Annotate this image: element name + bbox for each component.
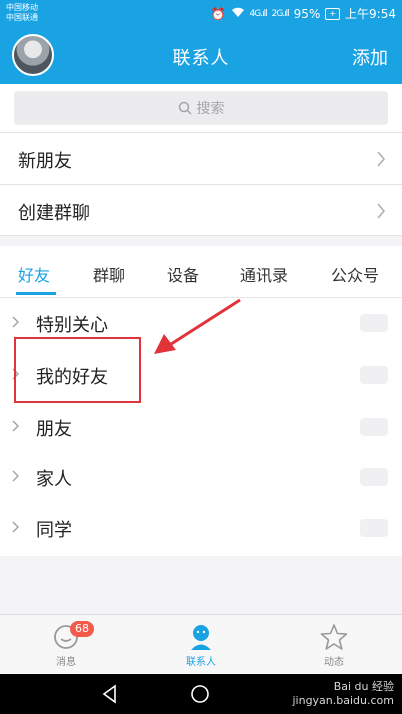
online-count	[360, 366, 388, 384]
highlight-box	[14, 337, 141, 403]
carrier-2: 中国联通	[6, 13, 38, 22]
row-create-group-chat[interactable]: 创建群聊	[0, 184, 402, 236]
group-label: 朋友	[36, 419, 72, 440]
chevron-right-icon	[12, 521, 19, 533]
tab-public-accounts[interactable]: 公众号	[331, 262, 379, 286]
nav-feed-label: 动态	[324, 657, 344, 668]
row-label: 创建群聊	[18, 203, 90, 224]
online-count	[360, 468, 388, 486]
group-label: 同学	[36, 520, 72, 541]
alarm-icon: ⏰	[210, 6, 226, 21]
page-title: 联系人	[172, 48, 230, 69]
tab-devices[interactable]: 设备	[167, 262, 199, 286]
group-classmates[interactable]: 同学	[0, 503, 402, 553]
chevron-right-icon	[377, 151, 386, 167]
search-icon	[178, 101, 192, 115]
row-label: 新朋友	[18, 151, 72, 172]
online-count	[360, 519, 388, 537]
contact-tabs: 好友 群聊 设备 通讯录 公众号	[0, 246, 402, 298]
nav-messages-label: 消息	[56, 657, 76, 668]
status-icons: ⏰ 4G.ıll 2G.ıll 95% + 上午9:54	[211, 5, 396, 22]
nav-messages[interactable]: 68 消息	[26, 621, 106, 668]
online-count	[360, 314, 388, 332]
online-count	[360, 418, 388, 436]
search-placeholder: 搜索	[196, 101, 225, 117]
group-family[interactable]: 家人	[0, 452, 402, 502]
system-nav-bar: Bai du 经验 jingyan.baidu.com	[0, 674, 402, 714]
nav-contacts[interactable]: 联系人	[161, 621, 241, 668]
active-tab-indicator	[16, 292, 56, 295]
carrier-1: 中国移动	[6, 3, 38, 12]
tab-friends[interactable]: 好友	[18, 262, 50, 286]
home-icon[interactable]	[190, 684, 210, 704]
unread-badge: 68	[70, 621, 94, 637]
add-button[interactable]: 添加	[352, 44, 388, 70]
tab-address-book[interactable]: 通讯录	[240, 262, 288, 286]
search-area: 搜索	[0, 84, 402, 132]
chevron-right-icon	[377, 203, 386, 219]
nav-feed[interactable]: 动态	[294, 621, 374, 668]
battery-icon: +	[325, 7, 341, 20]
search-input[interactable]: 搜索	[14, 91, 388, 125]
status-time: 上午9:54	[345, 7, 396, 21]
row-new-friends[interactable]: 新朋友	[0, 132, 402, 184]
annotation-arrow-icon	[154, 298, 241, 354]
watermark: Bai du 经验 jingyan.baidu.com	[292, 680, 394, 708]
watermark-brand: Bai du 经验	[333, 680, 394, 693]
chevron-right-icon	[12, 420, 19, 432]
back-icon[interactable]	[100, 684, 120, 704]
signal-1-icon: 4G.ıll	[249, 8, 268, 19]
group-label: 特别关心	[36, 315, 108, 336]
chevron-right-icon	[12, 470, 19, 482]
header: 联系人 添加	[0, 28, 402, 84]
watermark-url: jingyan.baidu.com	[292, 694, 394, 707]
group-friends[interactable]: 朋友	[0, 402, 402, 452]
status-bar: 中国移动 中国联通 ⏰ 4G.ıll 2G.ıll 95% + 上午9:54	[0, 0, 402, 28]
tab-groups[interactable]: 群聊	[93, 262, 125, 286]
wifi-icon	[231, 7, 245, 21]
star-icon	[320, 624, 348, 650]
carrier-info: 中国移动 中国联通	[6, 3, 38, 23]
nav-contacts-label: 联系人	[186, 657, 216, 668]
chevron-right-icon	[12, 316, 19, 328]
group-label: 家人	[36, 469, 72, 490]
signal-2-icon: 2G.ıll	[271, 8, 290, 19]
person-icon	[191, 625, 211, 650]
battery-percent: 95%	[293, 6, 321, 21]
bottom-nav: 68 消息 联系人 动态	[0, 614, 402, 674]
